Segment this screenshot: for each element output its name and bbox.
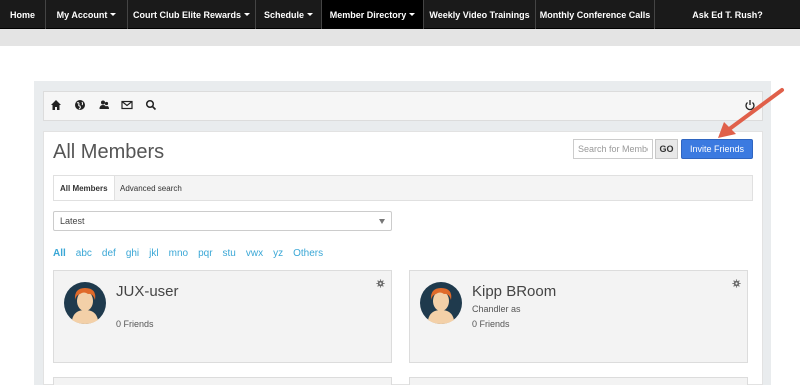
- alpha-filter-yz[interactable]: yz: [273, 248, 283, 259]
- alpha-filter-jkl[interactable]: jkl: [149, 248, 158, 259]
- search-go-button[interactable]: GO: [655, 139, 678, 159]
- caret-down-icon: [409, 13, 416, 16]
- envelope-icon[interactable]: [121, 99, 133, 111]
- annotation-arrow-icon: [718, 88, 784, 138]
- caret-down-icon: [244, 13, 250, 16]
- nav-ask-ed[interactable]: Ask Ed T. Rush?: [655, 0, 800, 29]
- nav-schedule[interactable]: Schedule: [256, 0, 322, 29]
- caret-down-icon: [307, 13, 313, 16]
- page-title: All Members: [53, 141, 165, 163]
- gear-icon[interactable]: [376, 279, 385, 288]
- alpha-filter-pqr[interactable]: pqr: [198, 248, 212, 259]
- member-name[interactable]: Kipp BRoom: [472, 283, 556, 300]
- nav-weekly-video-trainings[interactable]: Weekly Video Trainings: [424, 0, 536, 29]
- avatar[interactable]: [64, 282, 106, 324]
- alpha-filter-abc[interactable]: abc: [76, 248, 92, 259]
- home-icon[interactable]: [50, 99, 62, 111]
- users-icon[interactable]: [98, 99, 110, 111]
- sort-select[interactable]: Latest: [53, 211, 392, 231]
- tab-all-members[interactable]: All Members: [54, 176, 115, 200]
- nav-my-account[interactable]: My Account: [46, 0, 128, 29]
- nav-monthly-conference-calls[interactable]: Monthly Conference Calls: [536, 0, 655, 29]
- member-name[interactable]: JUX-user: [116, 283, 179, 300]
- sort-selected-value: Latest: [60, 216, 85, 226]
- header-band: [0, 29, 800, 46]
- gear-icon[interactable]: [732, 279, 741, 288]
- caret-down-icon: [110, 13, 117, 16]
- alpha-filter-def[interactable]: def: [102, 248, 116, 259]
- member-card: JUX-user 0 Friends: [53, 270, 392, 363]
- member-search-input[interactable]: [573, 139, 653, 159]
- alpha-filter-all[interactable]: All: [53, 248, 66, 259]
- member-tabs: All Members Advanced search: [53, 175, 753, 201]
- globe-icon[interactable]: [74, 99, 86, 111]
- member-friends-count: 0 Friends: [116, 319, 154, 329]
- nav-court-club-elite-rewards[interactable]: Court Club Elite Rewards: [128, 0, 256, 29]
- avatar[interactable]: [420, 282, 462, 324]
- alphabet-filter: All abc def ghi jkl mno pqr stu vwx yz O…: [53, 248, 333, 259]
- nav-home[interactable]: Home: [0, 0, 46, 29]
- member-card: [409, 377, 748, 385]
- member-card: Kipp BRoom Chandler as 0 Friends: [409, 270, 748, 363]
- nav-member-directory[interactable]: Member Directory: [322, 0, 424, 29]
- member-card: [53, 377, 392, 385]
- alpha-filter-stu[interactable]: stu: [223, 248, 236, 259]
- tab-advanced-search[interactable]: Advanced search: [114, 176, 188, 200]
- dropdown-arrow-icon: [379, 219, 385, 224]
- top-nav: Home My Account Court Club Elite Rewards…: [0, 0, 800, 29]
- member-subtitle: Chandler as: [472, 304, 521, 314]
- alpha-filter-ghi[interactable]: ghi: [126, 248, 139, 259]
- alpha-filter-mno[interactable]: mno: [169, 248, 188, 259]
- search-icon[interactable]: [145, 99, 157, 111]
- alpha-filter-others[interactable]: Others: [293, 248, 323, 259]
- member-friends-count: 0 Friends: [472, 319, 510, 329]
- alpha-filter-vwx[interactable]: vwx: [246, 248, 263, 259]
